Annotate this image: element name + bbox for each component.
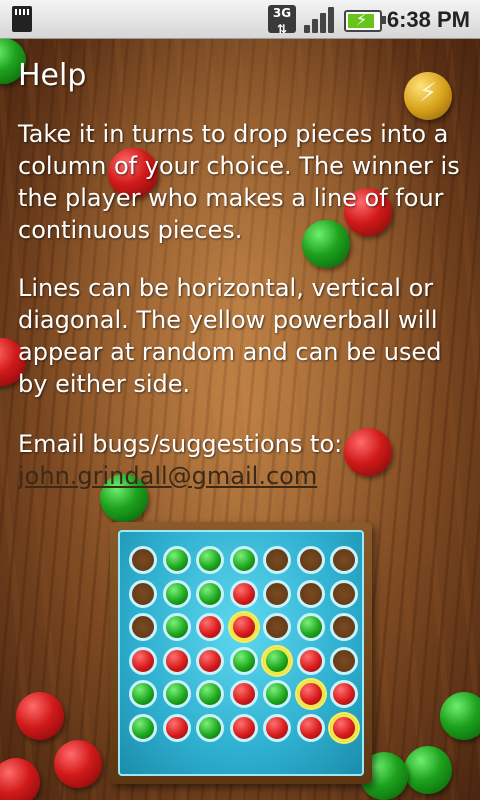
board-piece-green [162,579,191,608]
board-piece-green [196,713,224,742]
board-cell-empty [263,546,291,574]
board-piece-green [162,680,191,708]
decor-red-piece [0,758,40,800]
board-cell-empty [129,613,157,641]
board-piece-red [196,613,224,641]
board-piece-green [296,613,325,641]
status-bar: 3G ⇅ ⚡ 6:38 PM [0,0,480,39]
board-cell-empty [330,613,358,641]
help-paragraph-lines: Lines can be horizontal, vertical or dia… [18,274,442,398]
board-piece-red-powerball [229,613,258,641]
board-piece-red [162,713,191,742]
board-cell-empty [129,579,157,608]
board-piece-green [263,680,291,708]
board-piece-green-powerball [263,646,291,675]
board-piece-green [229,646,258,675]
decor-green-piece [440,692,480,740]
decor-green-piece [404,746,452,794]
board-piece-green [129,713,157,742]
board-piece-red [229,680,258,708]
board-cell-empty [129,546,157,574]
board-cell-empty [330,579,358,608]
board-piece-red [162,646,191,675]
board-piece-red [330,680,358,708]
board-piece-red [296,646,325,675]
board-piece-red [263,713,291,742]
board-piece-green [196,546,224,574]
board-piece-red [296,713,325,742]
clock: 6:38 PM [386,7,470,32]
board-piece-green [229,546,258,574]
board-cell-empty [263,579,291,608]
signal-icon [304,5,336,33]
board-piece-red-powerball [330,713,358,742]
board-piece-green [196,579,224,608]
email-label: Email bugs/suggestions to: [18,430,343,458]
board-piece-red [229,713,258,742]
board-cell-empty [296,579,325,608]
email-link[interactable]: john.grindall@gmail.com [18,460,317,492]
sd-card-icon [12,6,32,32]
game-board [118,530,364,776]
board-cell-empty [263,613,291,641]
board-piece-red-powerball [296,680,325,708]
board-piece-green [196,680,224,708]
board-piece-red [129,646,157,675]
board-piece-red [196,646,224,675]
page-title: Help [18,58,87,93]
board-cell-empty [330,546,358,574]
game-board-frame [110,522,372,784]
help-paragraph-rules: Take it in turns to drop pieces into a c… [18,120,460,244]
board-piece-green [129,680,157,708]
decor-red-piece [16,692,64,740]
board-piece-green [162,613,191,641]
board-cell-empty [330,646,358,675]
network-label: 3G [272,6,292,20]
battery-charging-icon: ⚡ [344,10,386,32]
network-3g-icon: 3G ⇅ [268,5,296,36]
lightning-bolt-icon: ⚡ [404,72,452,120]
board-piece-green [162,546,191,574]
board-cell-empty [296,546,325,574]
decor-red-piece [54,740,102,788]
board-piece-red [229,579,258,608]
